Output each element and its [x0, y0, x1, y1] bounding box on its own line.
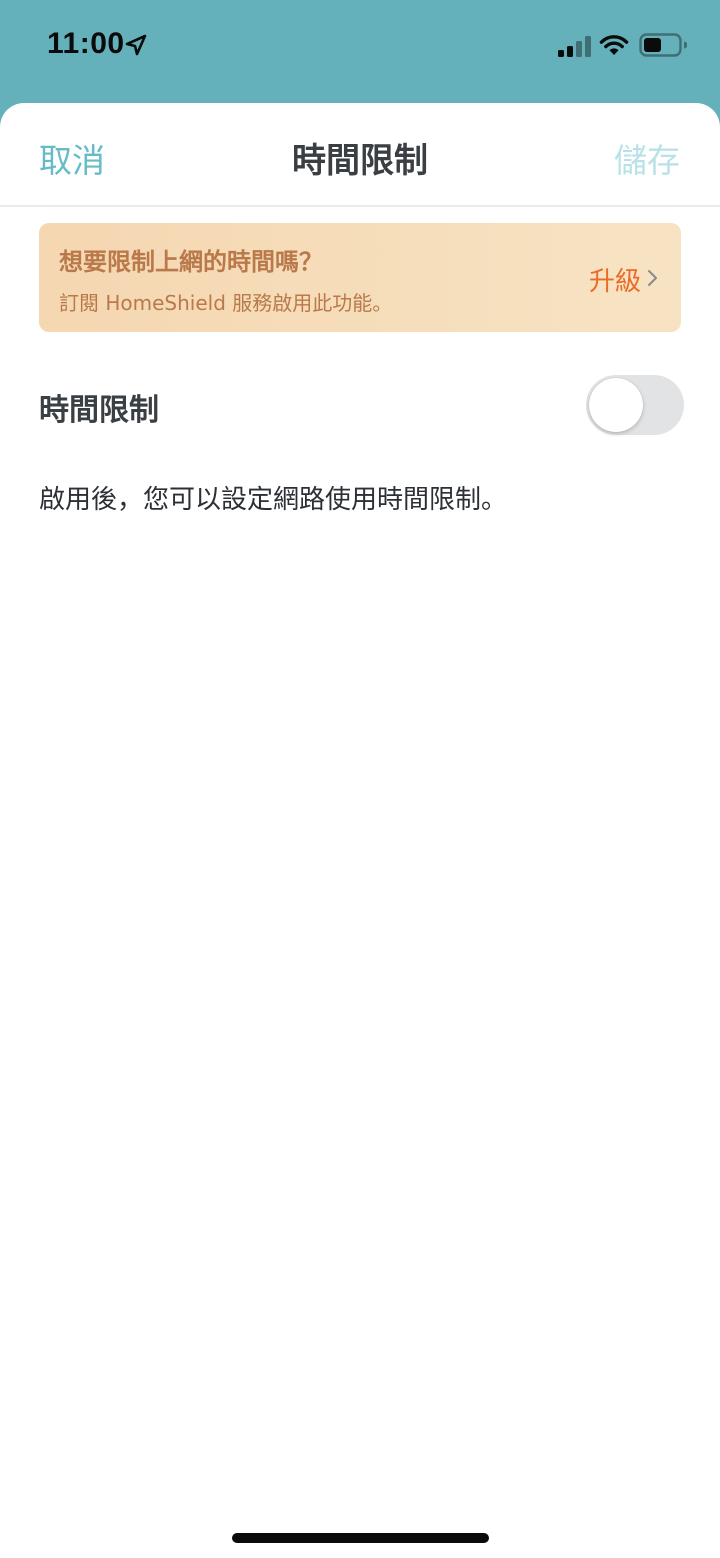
- upgrade-promo-banner[interactable]: 想要限制上網的時間嗎？ 訂閱 HomeShield 服務啟用此功能。 升級: [39, 223, 681, 332]
- status-bar: 11:00: [0, 0, 720, 100]
- chevron-right-icon: [648, 270, 657, 286]
- location-arrow-icon: [125, 34, 147, 56]
- nav-bar: 取消 時間限制 儲存: [0, 103, 720, 207]
- wifi-icon: [599, 35, 629, 55]
- save-button[interactable]: 儲存: [614, 134, 680, 182]
- page-title: 時間限制: [292, 141, 428, 181]
- time-limit-label: 時間限制: [39, 393, 159, 428]
- promo-subtitle: 訂閱 HomeShield 服務啟用此功能。: [59, 291, 393, 315]
- battery-icon: [639, 33, 687, 57]
- status-time: 11:00: [47, 27, 125, 60]
- time-limit-sheet: 取消 時間限制 儲存 想要限制上網的時間嗎？ 訂閱 HomeShield 服務啟…: [0, 103, 720, 1558]
- time-limit-toggle[interactable]: [586, 375, 684, 435]
- promo-title: 想要限制上網的時間嗎？: [59, 248, 323, 276]
- home-indicator: [232, 1533, 489, 1543]
- upgrade-link[interactable]: 升級: [589, 261, 641, 298]
- toggle-knob: [589, 378, 643, 432]
- cellular-signal-icon: [558, 36, 591, 57]
- time-limit-description: 啟用後，您可以設定網路使用時間限制。: [39, 485, 508, 515]
